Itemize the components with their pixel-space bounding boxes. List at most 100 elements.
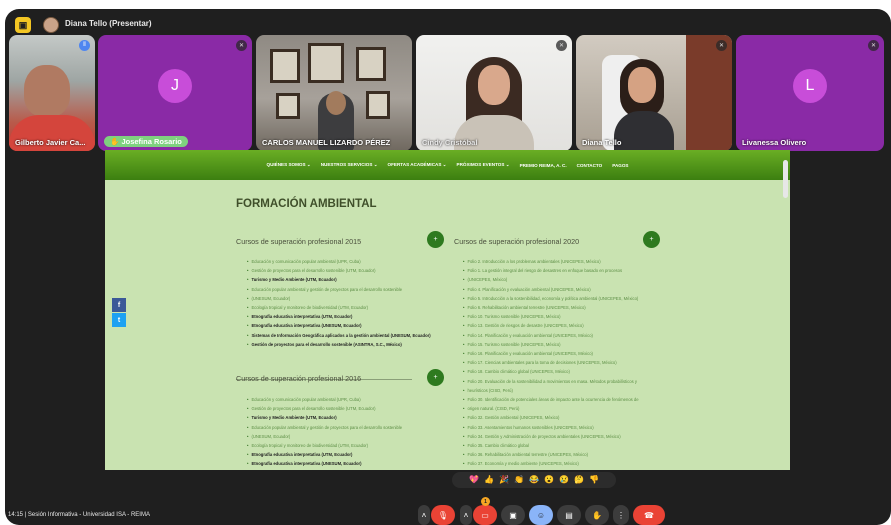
participant-name: CARLOS MANUEL LIZARDO PÉREZ: [262, 138, 391, 147]
course-link[interactable]: Sistemas de Información Geográfica aplic…: [247, 469, 431, 470]
hangup-icon: ☎: [644, 510, 654, 520]
captions-icon: ▣: [509, 510, 517, 520]
mic-options-button[interactable]: ˄: [418, 505, 430, 525]
page-scrollbar[interactable]: [783, 160, 788, 198]
course-link[interactable]: Folio 33. Asentamientos humanos sostenib…: [463, 423, 639, 432]
participant-name: Cindy Cristóbal: [422, 138, 478, 147]
more-vert-icon: ⋮: [617, 510, 625, 520]
participant-tile-josefina[interactable]: J ✕ ✋ Josefina Rosario: [98, 35, 252, 151]
present-icon: ▤: [565, 510, 573, 520]
participant-tile-gilberto[interactable]: ⦀ Gilberto Javier Ca...: [9, 35, 95, 151]
course-link[interactable]: Sistemas de Información Geográfica aplic…: [247, 331, 430, 340]
course-link[interactable]: Folio 35. Cambio climático global: [463, 441, 639, 450]
site-content: FORMACIÓN AMBIENTAL Cursos de superación…: [105, 180, 790, 470]
course-link[interactable]: Folio 16. Planificación y evaluación amb…: [463, 349, 639, 358]
course-link[interactable]: Folio 4. Planificación y evaluación ambi…: [463, 285, 639, 294]
course-link[interactable]: Folio 13. Gestión de riesgos de desastre…: [463, 321, 639, 330]
course-link[interactable]: Folio 34. Gestión y Administración de pr…: [463, 432, 639, 441]
more-options-button[interactable]: ⋮: [613, 505, 629, 525]
course-link[interactable]: Folio 5. Introducción a la sostenibilida…: [463, 294, 639, 303]
mic-off-icon: ✕: [868, 40, 879, 51]
course-link[interactable]: Folio 10. Turismo sostenible (UNICEPES, …: [463, 312, 639, 321]
participant-tile-cindy[interactable]: ✕ Cindy Cristóbal: [416, 35, 572, 151]
participant-tile-livanessa[interactable]: L ✕ Livanessa Olivero: [736, 35, 884, 151]
mic-off-icon: ✕: [716, 40, 727, 51]
nav-item[interactable]: PRÓXIMOS EVENTOS ⌄: [457, 162, 510, 168]
course-link[interactable]: Folio 15. Turismo sostenible (UNICEPES, …: [463, 340, 639, 349]
course-link[interactable]: Etnografía educativa interpretativa (UTM…: [247, 450, 431, 459]
course-link[interactable]: Turismo y Medio Ambiente (UTM, Ecuador): [247, 413, 431, 422]
reaction-emoji[interactable]: 😢: [557, 473, 571, 487]
present-button[interactable]: ▤: [557, 505, 581, 525]
reaction-emoji[interactable]: 🤔: [572, 473, 586, 487]
course-link[interactable]: Folio 37. Economía y medio ambiente (UNI…: [463, 459, 639, 468]
course-link[interactable]: Gestión de proyectos para el desarrollo …: [247, 266, 431, 275]
course-link[interactable]: Etnografía educativa interpretativa (UTM…: [247, 312, 431, 321]
expand-2016-button[interactable]: +: [427, 369, 444, 386]
course-link[interactable]: (UNESUM, Ecuador): [247, 294, 431, 303]
nav-item[interactable]: QUIÉNES SOMOS ⌄: [267, 162, 311, 168]
emoji-button[interactable]: ☺: [529, 505, 553, 525]
participant-name: Gilberto Javier Ca...: [15, 138, 86, 147]
course-link[interactable]: Folio 20. Evaluación de la sostenibilida…: [463, 377, 639, 386]
expand-2020-button[interactable]: +: [643, 231, 660, 248]
mic-toggle-button[interactable]: 🎙: [431, 505, 455, 525]
nav-item[interactable]: NUESTROS SERVICIOS ⌄: [321, 162, 378, 168]
course-link[interactable]: heurísticos (CISD, Perú): [463, 386, 639, 395]
reaction-emoji[interactable]: 👏: [512, 473, 526, 487]
twitter-share-button[interactable]: t: [112, 313, 126, 327]
raise-hand-button[interactable]: ✋: [585, 505, 609, 525]
course-link[interactable]: Gestión de proyectos para el desarrollo …: [247, 340, 431, 349]
camera-options-button[interactable]: ˄: [460, 505, 472, 525]
notification-badge: 1: [481, 497, 490, 506]
course-link[interactable]: Ecología tropical y monitoreo de biodive…: [247, 303, 431, 312]
course-link[interactable]: Folio 17. Ciencias ambientales para la t…: [463, 358, 639, 367]
reaction-emoji[interactable]: 😮: [542, 473, 556, 487]
course-link[interactable]: origen natural. (CISD, Perú): [463, 404, 639, 413]
presenter-title: Diana Tello (Presentar): [65, 19, 152, 28]
reaction-emoji[interactable]: 🎉: [497, 473, 511, 487]
nav-item[interactable]: OFERTAS ACADÉMICAS ⌄: [388, 162, 447, 168]
participant-name: Livanessa Olivero: [742, 138, 807, 147]
course-link[interactable]: Folio 6. Rehabilitación ambiental terres…: [463, 303, 639, 312]
course-link[interactable]: Etnografía educativa interpretativa (UNE…: [247, 459, 431, 468]
participant-name: ✋ Josefina Rosario: [104, 136, 188, 147]
nav-item[interactable]: CONTACTO: [577, 163, 603, 168]
course-link[interactable]: Gestión de proyectos para el desarrollo …: [247, 404, 431, 413]
course-link[interactable]: Folio 30. Identificación de potenciales …: [463, 395, 638, 404]
course-link[interactable]: Ecología tropical y monitoreo de biodive…: [247, 441, 431, 450]
course-link[interactable]: (UNICEPES, México): [463, 275, 639, 284]
facebook-share-button[interactable]: f: [112, 298, 126, 312]
camera-toggle-button[interactable]: ▭: [473, 505, 497, 525]
course-link[interactable]: Educación popular ambiental y gestión de…: [247, 423, 431, 432]
course-link[interactable]: Folio 32. Gestión ambiental (UNICEPES, M…: [463, 413, 639, 422]
reaction-emoji[interactable]: 👍: [482, 473, 496, 487]
course-link[interactable]: Folio 1. La gestión integral del riesgo …: [463, 266, 639, 275]
reaction-emoji[interactable]: 💖: [467, 473, 481, 487]
emoji-icon: ☺: [536, 510, 546, 520]
course-link[interactable]: Folio 2. Introducción a los problemas am…: [463, 257, 639, 266]
reaction-emoji[interactable]: 👎: [587, 473, 601, 487]
course-link[interactable]: Folio 36. Rehabilitación ambiental terre…: [463, 450, 639, 459]
course-link[interactable]: Folio 14. Planificación y evaluación amb…: [463, 331, 639, 340]
course-list-2020: Folio 2. Introducción a los problemas am…: [463, 257, 639, 469]
participant-tile-diana[interactable]: ✕ Diana Tello: [576, 35, 732, 151]
leave-call-button[interactable]: ☎: [633, 505, 665, 525]
audio-active-icon: ⦀: [79, 40, 90, 51]
course-link[interactable]: (UNESUM, Ecuador): [247, 432, 431, 441]
course-link[interactable]: Folio 18. Cambio climático global (UNICE…: [463, 367, 639, 376]
nav-item[interactable]: PREMIO REIMA, A. C.: [520, 163, 567, 168]
expand-2015-button[interactable]: +: [427, 231, 444, 248]
course-link[interactable]: Turismo y Medio Ambiente (UTM, Ecuador): [247, 275, 431, 284]
course-link[interactable]: Educación y comunicación popular ambient…: [247, 257, 431, 266]
section-title-2016: Cursos de superación profesional 2016: [236, 374, 362, 383]
reaction-emoji[interactable]: 😂: [527, 473, 541, 487]
participant-tile-carlos[interactable]: CARLOS MANUEL LIZARDO PÉREZ: [256, 35, 412, 151]
course-link[interactable]: Educación y comunicación popular ambient…: [247, 395, 431, 404]
course-link[interactable]: Etnografía educativa interpretativa (UNE…: [247, 321, 431, 330]
captions-button[interactable]: ▣: [501, 505, 525, 525]
course-link[interactable]: Educación popular ambiental y gestión de…: [247, 285, 431, 294]
course-list-2015: Educación y comunicación popular ambient…: [247, 257, 431, 349]
meet-logo-icon: ▣: [15, 17, 31, 33]
nav-item[interactable]: PAGOS: [612, 163, 628, 168]
